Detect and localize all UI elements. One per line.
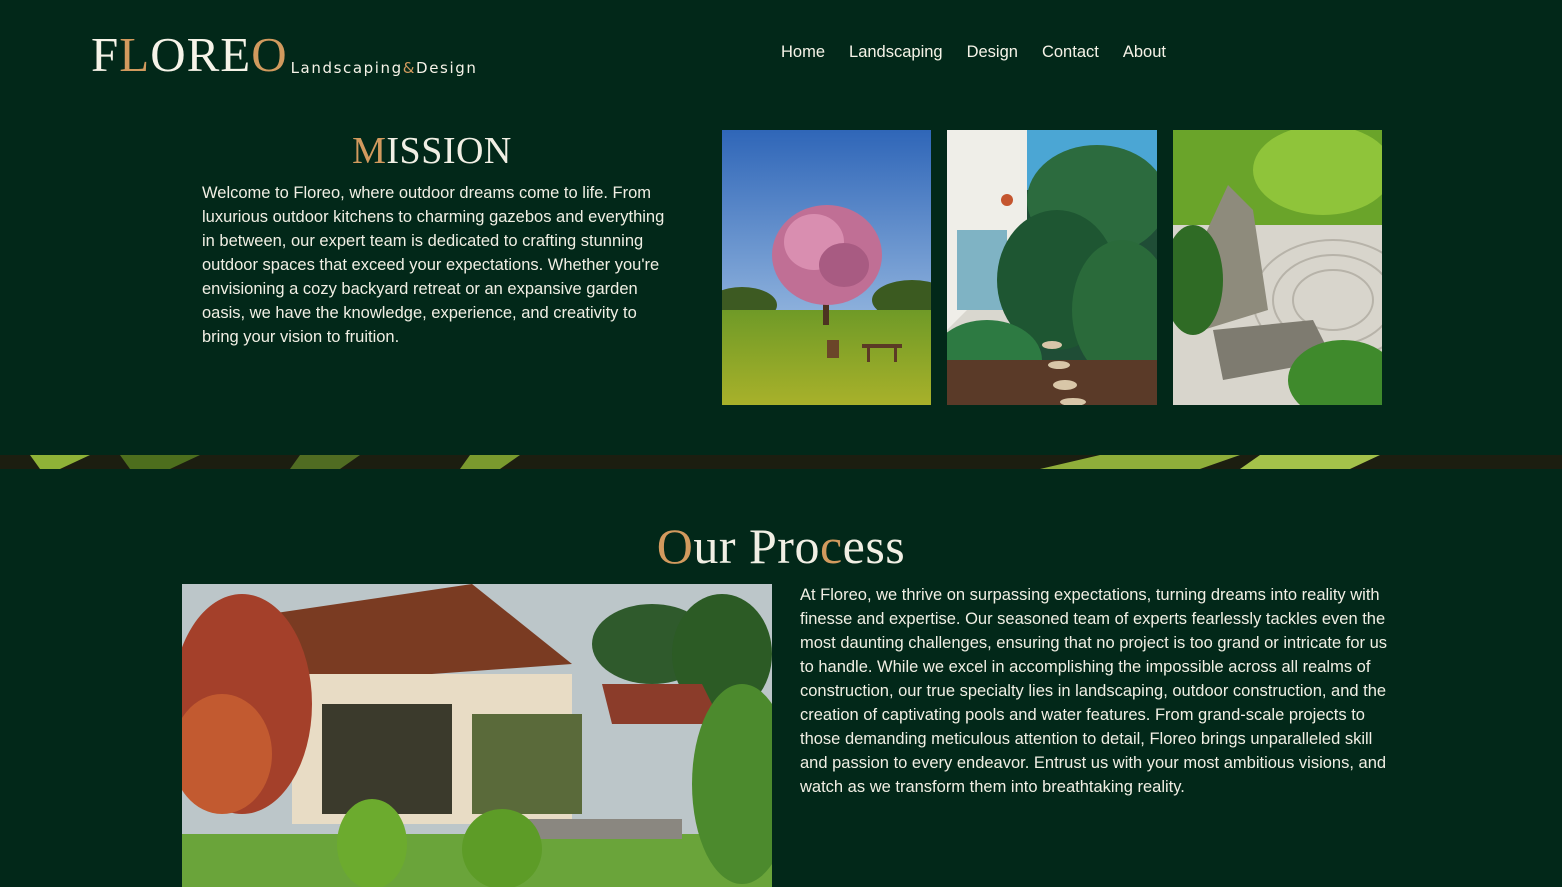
process-heading: Our Process [0, 518, 1562, 574]
mission-body: Welcome to Floreo, where outdoor dreams … [202, 184, 665, 346]
brand-logo[interactable]: FLOREO Landscaping&Design [91, 30, 477, 80]
logo-letters-ore: ORE [150, 27, 252, 82]
mission-heading: MISSION [202, 128, 662, 174]
logo-tagline: Landscaping&Design [291, 59, 478, 77]
process-heading-part: ur Pro [693, 518, 820, 574]
tagline-landscaping: Landscaping [290, 59, 403, 77]
logo-letter-l: L [119, 27, 151, 82]
tropical-walkway-photo [947, 130, 1157, 405]
logo-letter-f: F [91, 27, 120, 82]
logo-wordmark: FLOREO [91, 30, 288, 80]
process-heading-c: c [819, 518, 843, 574]
logo-letter-o: O [251, 27, 288, 82]
cherry-tree-garden-photo [722, 130, 931, 405]
house-patio-photo [182, 584, 772, 887]
leaf-divider-band [0, 455, 1562, 469]
tagline-design: Design [416, 59, 478, 77]
zen-garden-photo [1173, 130, 1382, 405]
process-heading-o: O [656, 518, 694, 574]
process-heading-end: ess [842, 518, 906, 574]
mission-heading-rest: ISSION [386, 130, 512, 172]
mission-heading-initial: M [352, 130, 387, 172]
nav-design-link[interactable]: Design [967, 43, 1018, 62]
nav-landscaping-link[interactable]: Landscaping [849, 43, 943, 62]
nav-home-link[interactable]: Home [781, 43, 825, 62]
nav-about-link[interactable]: About [1123, 43, 1166, 62]
main-nav: Home Landscaping Design Contact About [781, 43, 1166, 62]
tagline-ampersand: & [402, 59, 417, 77]
process-body: At Floreo, we thrive on surpassing expec… [800, 586, 1388, 796]
nav-contact-link[interactable]: Contact [1042, 43, 1099, 62]
